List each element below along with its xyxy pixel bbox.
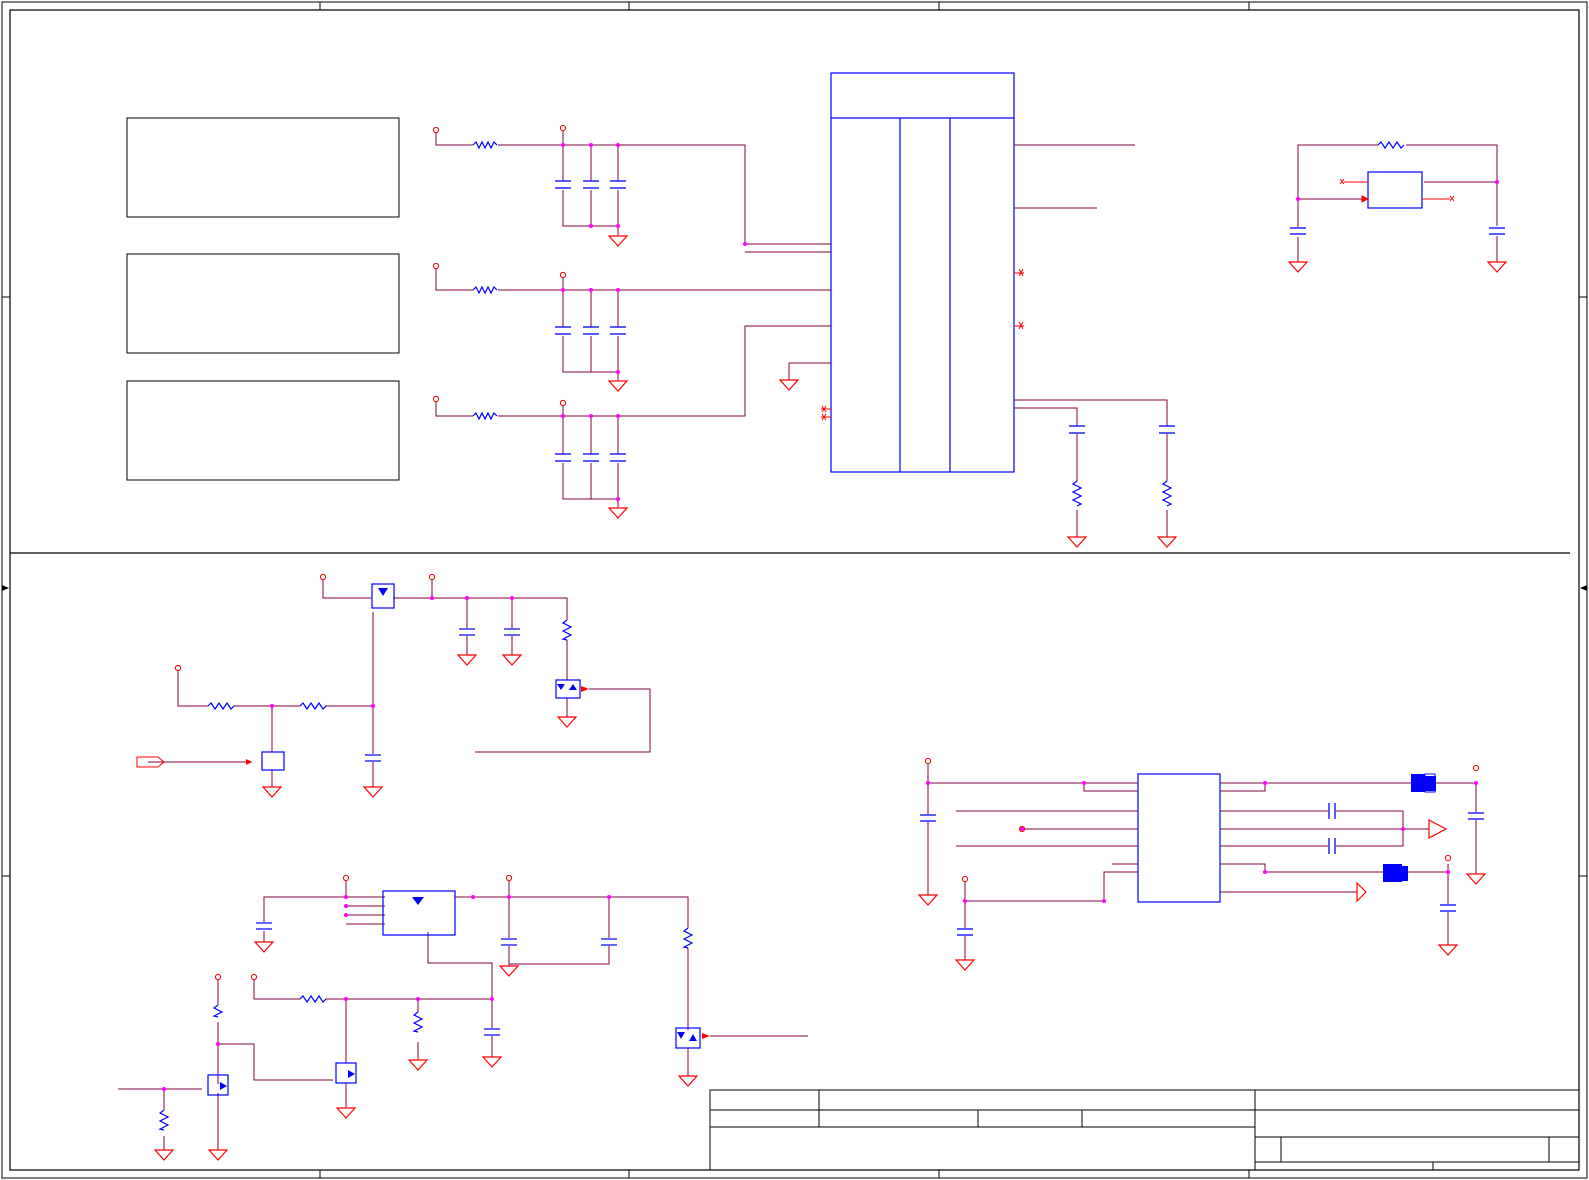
interface-ic xyxy=(1137,773,1221,903)
connector-1 xyxy=(1411,773,1436,793)
notes-box-1 xyxy=(126,117,400,218)
interface-section xyxy=(918,757,1486,971)
notes-boxes xyxy=(126,117,400,481)
filter-rails xyxy=(435,128,1168,532)
zigzag-resistor-icon xyxy=(1071,480,1173,507)
ground-triangle-icon xyxy=(608,227,1177,548)
sheet-border xyxy=(1,1,1588,1179)
crystal-block xyxy=(1288,140,1507,273)
off-sheet-arrow-icon xyxy=(2,585,1587,591)
circle-port-icon xyxy=(432,124,567,407)
notes-box-3 xyxy=(126,380,400,481)
switch-section-2 xyxy=(118,874,808,1161)
main-ic xyxy=(830,72,1015,473)
switch-section-1 xyxy=(136,573,651,798)
ferrite-bead-icon xyxy=(472,140,498,421)
tvs-diode-icon xyxy=(581,686,589,692)
schematic-sheet xyxy=(1,1,1588,1179)
notes-box-2 xyxy=(126,253,400,354)
connector-2 xyxy=(1383,864,1408,882)
tvs-diode-icon xyxy=(702,1033,710,1039)
no-connect-x-icon xyxy=(821,268,1024,421)
capacitor-plates-icon xyxy=(554,180,1175,462)
title-block xyxy=(709,1089,1580,1171)
